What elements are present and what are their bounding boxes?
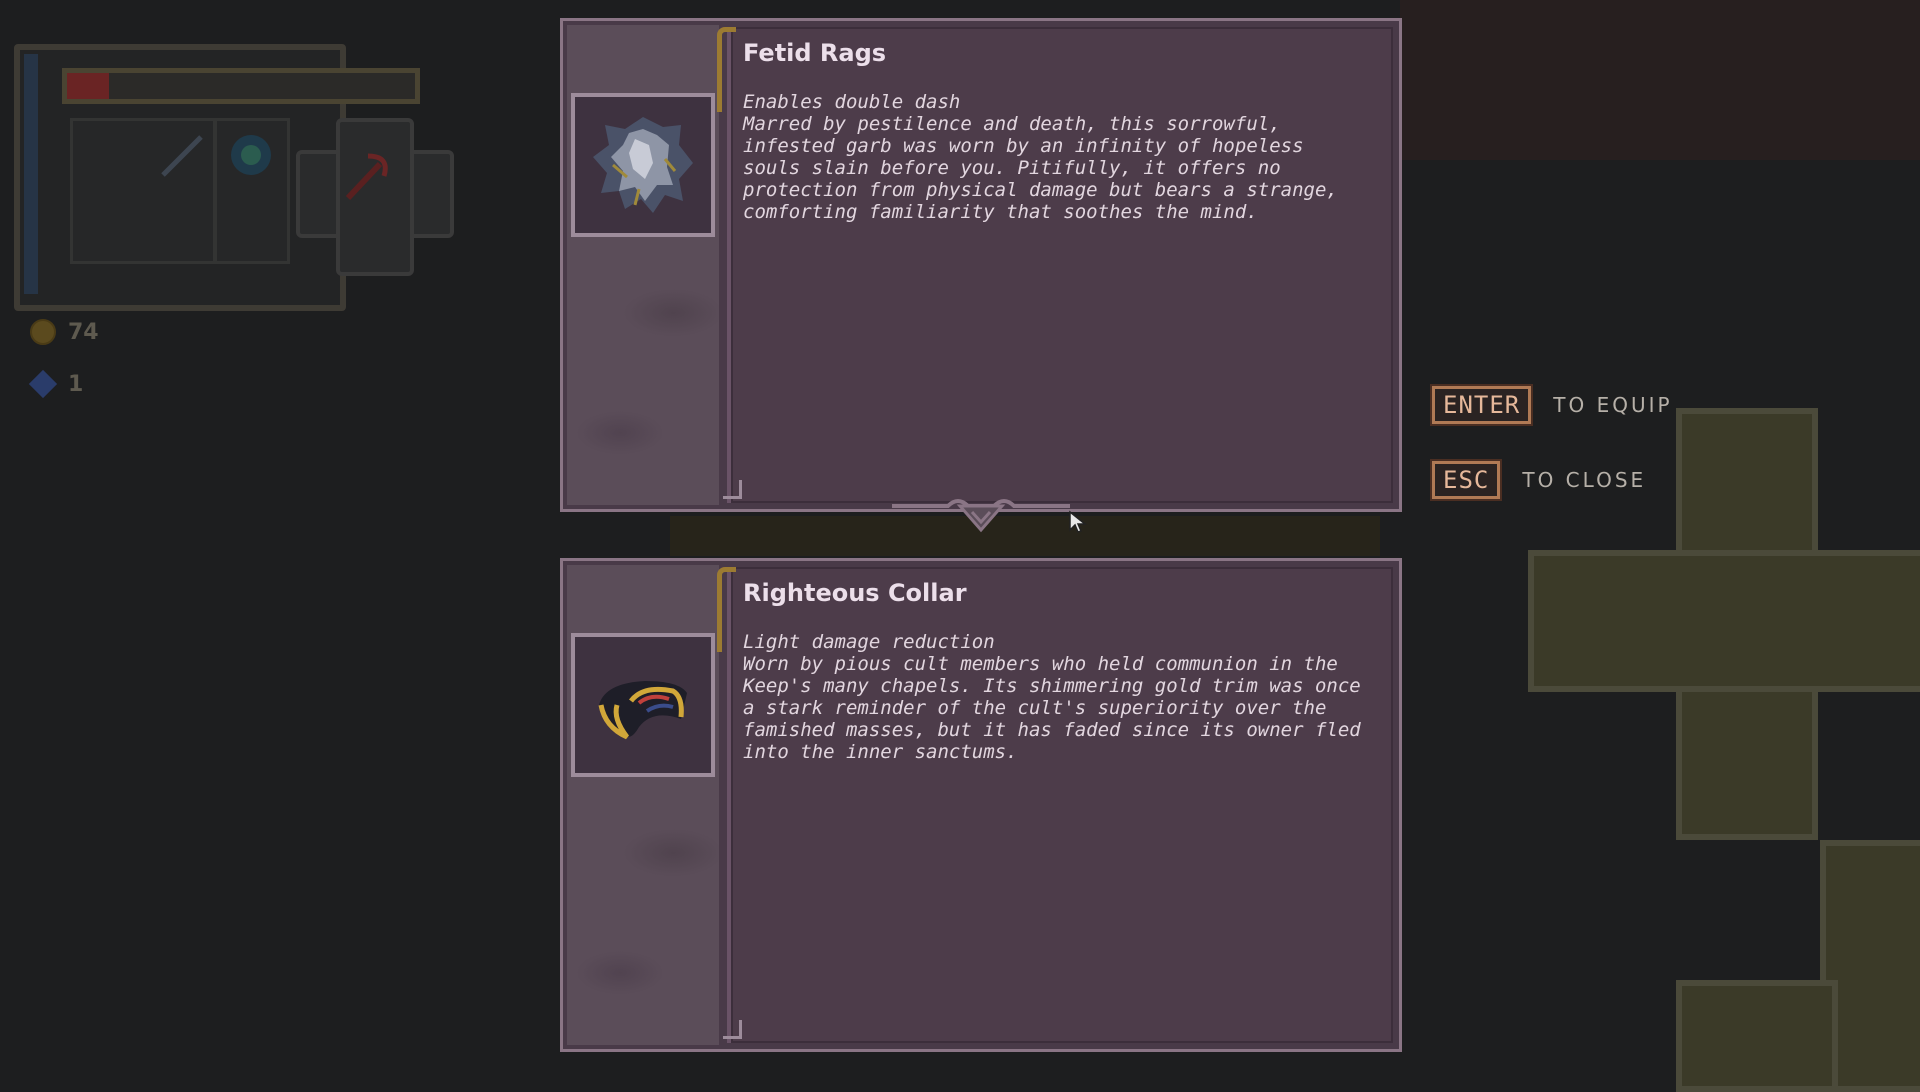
scythe-icon [345, 153, 388, 201]
coin-count: 74 [68, 319, 99, 345]
esc-key[interactable]: ESC [1429, 459, 1503, 501]
map-room-cross [1528, 550, 1920, 692]
armor-slot [214, 118, 290, 264]
mana-bar [24, 54, 38, 294]
close-prompt[interactable]: ESC TO CLOSE [1429, 459, 1647, 501]
item-description: Worn by pious cult members who held comm… [743, 653, 1361, 763]
tattered-rags-icon [593, 117, 693, 213]
gem-icon [28, 369, 58, 399]
coin-icon [30, 319, 56, 345]
corner-ornament [723, 1020, 742, 1039]
health-bar [62, 68, 420, 104]
gold-collar-icon [598, 681, 687, 740]
item-name: Fetid Rags [743, 39, 887, 67]
item-icon-frame [571, 93, 715, 237]
item-panel-equipped: Fetid Rags Enables double dash Marred by… [560, 18, 1402, 512]
coin-counter: 74 [30, 318, 99, 346]
enter-key[interactable]: ENTER [1429, 384, 1534, 426]
equip-prompt[interactable]: ENTER TO EQUIP [1429, 384, 1673, 426]
corner-ornament [723, 480, 742, 499]
ability-cross-vertical [336, 118, 414, 276]
health-bar-fill [67, 73, 109, 99]
mouse-cursor-icon [1069, 510, 1088, 533]
item-effect: Enables double dash [743, 91, 961, 113]
item-icon-frame [571, 633, 715, 777]
gem-count: 1 [68, 371, 84, 397]
helmet-icon [231, 135, 271, 175]
sword-icon [161, 135, 203, 177]
gold-bracket [717, 27, 736, 112]
item-panel-new: Righteous Collar Light damage reduction … [560, 558, 1402, 1052]
item-name: Righteous Collar [743, 579, 967, 607]
item-description: Marred by pestilence and death, this sor… [743, 113, 1338, 223]
map-area-top [1400, 0, 1920, 160]
gem-counter: 1 [28, 369, 84, 399]
equip-label: TO EQUIP [1553, 393, 1673, 417]
close-label: TO CLOSE [1522, 468, 1647, 492]
map-room-bottom [1676, 980, 1838, 1092]
weapon-slot [70, 118, 216, 264]
panel-divider-ornament [892, 499, 1070, 533]
gold-bracket [717, 567, 736, 652]
item-effect: Light damage reduction [743, 631, 995, 653]
